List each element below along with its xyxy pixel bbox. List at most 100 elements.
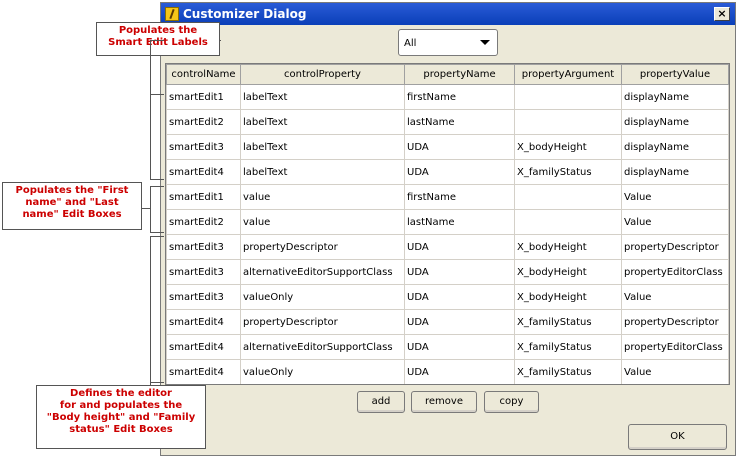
cell-property-argument[interactable] <box>514 84 622 110</box>
table-row[interactable]: smartEdit3 alternativeEditorSupportClass U… <box>166 259 729 285</box>
table-row[interactable]: smartEdit3 valueOnly UDA X_bodyHeight Value <box>166 284 729 310</box>
cell-control-name[interactable]: smartEdit3 <box>166 259 241 285</box>
cell-property-argument[interactable] <box>514 109 622 135</box>
cell-control-property[interactable]: labelText <box>240 109 405 135</box>
cell-property-argument[interactable]: X_familyStatus <box>514 359 622 384</box>
add-button[interactable]: add <box>357 391 405 413</box>
table-row[interactable]: smartEdit4 alternativeEditorSupportClass U… <box>166 334 729 360</box>
cell-property-name[interactable]: UDA <box>404 259 515 285</box>
cell-property-name[interactable]: firstName <box>404 184 515 210</box>
bracket-line <box>150 382 164 383</box>
cell-property-name[interactable]: UDA <box>404 134 515 160</box>
cell-property-name[interactable]: UDA <box>404 359 515 384</box>
annotation-line: name" and "Last <box>25 197 119 208</box>
cell-property-argument[interactable]: X_familyStatus <box>514 334 622 360</box>
cell-control-property[interactable]: valueOnly <box>240 359 405 384</box>
cell-property-name[interactable]: UDA <box>404 159 515 185</box>
cell-control-property[interactable]: labelText <box>240 159 405 185</box>
cell-property-name[interactable]: UDA <box>404 234 515 260</box>
cell-property-value[interactable]: propertyDescriptor <box>621 234 729 260</box>
annotation-line: Smart Edit Labels <box>108 37 208 48</box>
cell-property-name[interactable]: UDA <box>404 284 515 310</box>
cell-control-name[interactable]: smartEdit4 <box>166 334 241 360</box>
column-header-control-property[interactable]: controlProperty <box>240 64 405 85</box>
chevron-down-icon[interactable] <box>480 40 490 45</box>
cell-control-name[interactable]: smartEdit4 <box>166 359 241 384</box>
cell-property-value[interactable]: displayName <box>621 159 729 185</box>
cell-control-name[interactable]: smartEdit1 <box>166 184 241 210</box>
cell-property-value[interactable]: displayName <box>621 84 729 110</box>
annotation-line: "Body height" and "Family <box>46 412 196 423</box>
cell-property-value[interactable]: propertyEditorClass <box>621 334 729 360</box>
cell-property-name[interactable]: UDA <box>404 309 515 335</box>
close-button[interactable]: × <box>714 7 730 21</box>
cell-control-name[interactable]: smartEdit2 <box>166 209 241 235</box>
cell-property-value[interactable]: displayName <box>621 109 729 135</box>
table-row[interactable]: smartEdit2 value lastName Value <box>166 209 729 235</box>
table-row[interactable]: smartEdit1 value firstName Value <box>166 184 729 210</box>
ok-button[interactable]: OK <box>628 424 727 450</box>
cell-control-property[interactable]: propertyDescriptor <box>240 234 405 260</box>
cell-control-name[interactable]: smartEdit4 <box>166 309 241 335</box>
bracket-line <box>220 40 221 41</box>
table-row[interactable]: smartEdit4 propertyDescriptor UDA X_familyS… <box>166 309 729 335</box>
cell-control-property[interactable]: propertyDescriptor <box>240 309 405 335</box>
cell-control-property[interactable]: alternativeEditorSupportClass <box>240 259 405 285</box>
cell-property-argument[interactable]: X_bodyHeight <box>514 284 622 310</box>
cell-property-name[interactable]: lastName <box>404 209 515 235</box>
cell-property-argument[interactable]: X_bodyHeight <box>514 134 622 160</box>
table-row[interactable]: smartEdit3 propertyDescriptor UDA X_bodyHei… <box>166 234 729 260</box>
bracket-line <box>150 236 164 237</box>
cell-control-name[interactable]: smartEdit1 <box>166 84 241 110</box>
cell-control-property[interactable]: value <box>240 209 405 235</box>
cell-property-value[interactable]: Value <box>621 209 729 235</box>
table-row[interactable]: smartEdit2 labelText lastName displayName <box>166 109 729 135</box>
cell-property-value[interactable]: propertyEditorClass <box>621 259 729 285</box>
cell-property-name[interactable]: lastName <box>404 109 515 135</box>
cell-property-value[interactable]: displayName <box>621 134 729 160</box>
column-header-property-name[interactable]: propertyName <box>404 64 515 85</box>
annotation-line: name" Edit Boxes <box>22 209 122 220</box>
title-bar[interactable]: Customizer Dialog × <box>161 3 735 25</box>
cell-control-property[interactable]: labelText <box>240 84 405 110</box>
cell-property-value[interactable]: Value <box>621 359 729 384</box>
cell-property-argument[interactable]: X_familyStatus <box>514 309 622 335</box>
bracket-line <box>150 40 164 41</box>
column-header-property-value[interactable]: propertyValue <box>621 64 729 85</box>
cell-control-name[interactable]: smartEdit2 <box>166 109 241 135</box>
bracket-line <box>150 94 164 95</box>
bracket-line <box>150 382 151 386</box>
filter-dropdown[interactable]: All <box>398 29 498 56</box>
annotation-line: Populates the <box>118 25 198 36</box>
cell-control-name[interactable]: smartEdit3 <box>166 134 241 160</box>
cell-control-name[interactable]: smartEdit3 <box>166 234 241 260</box>
cell-control-property[interactable]: valueOnly <box>240 284 405 310</box>
cell-control-name[interactable]: smartEdit4 <box>166 159 241 185</box>
remove-button[interactable]: remove <box>411 391 477 413</box>
table-row[interactable]: smartEdit4 labelText UDA X_familyStatus disp… <box>166 159 729 185</box>
cell-property-name[interactable]: UDA <box>404 334 515 360</box>
annotation-line: for and populates the <box>59 400 183 411</box>
table-row[interactable]: smartEdit3 labelText UDA X_bodyHeight displa… <box>166 134 729 160</box>
cell-property-argument[interactable] <box>514 209 622 235</box>
cell-property-value[interactable]: Value <box>621 184 729 210</box>
cell-property-argument[interactable]: X_familyStatus <box>514 159 622 185</box>
customizer-table[interactable]: controlName controlProperty propertyName… <box>165 63 730 385</box>
table-row[interactable]: smartEdit1 labelText firstName displayName <box>166 84 729 110</box>
cell-property-argument[interactable]: X_bodyHeight <box>514 234 622 260</box>
annotation-editor-definition: Defines the editor for and populates the… <box>36 385 206 449</box>
cell-control-property[interactable]: alternativeEditorSupportClass <box>240 334 405 360</box>
cell-property-argument[interactable] <box>514 184 622 210</box>
column-header-property-argument[interactable]: propertyArgument <box>514 64 622 85</box>
cell-property-name[interactable]: firstName <box>404 84 515 110</box>
column-header-control-name[interactable]: controlName <box>166 64 241 85</box>
cell-property-value[interactable]: Value <box>621 284 729 310</box>
cell-property-value[interactable]: propertyDescriptor <box>621 309 729 335</box>
cell-property-argument[interactable]: X_bodyHeight <box>514 259 622 285</box>
table-row[interactable]: smartEdit4 valueOnly UDA X_familyStatus Valu… <box>166 359 729 384</box>
cell-control-property[interactable]: value <box>240 184 405 210</box>
cell-control-name[interactable]: smartEdit3 <box>166 284 241 310</box>
copy-button[interactable]: copy <box>484 391 539 413</box>
bracket-line <box>150 179 164 180</box>
cell-control-property[interactable]: labelText <box>240 134 405 160</box>
